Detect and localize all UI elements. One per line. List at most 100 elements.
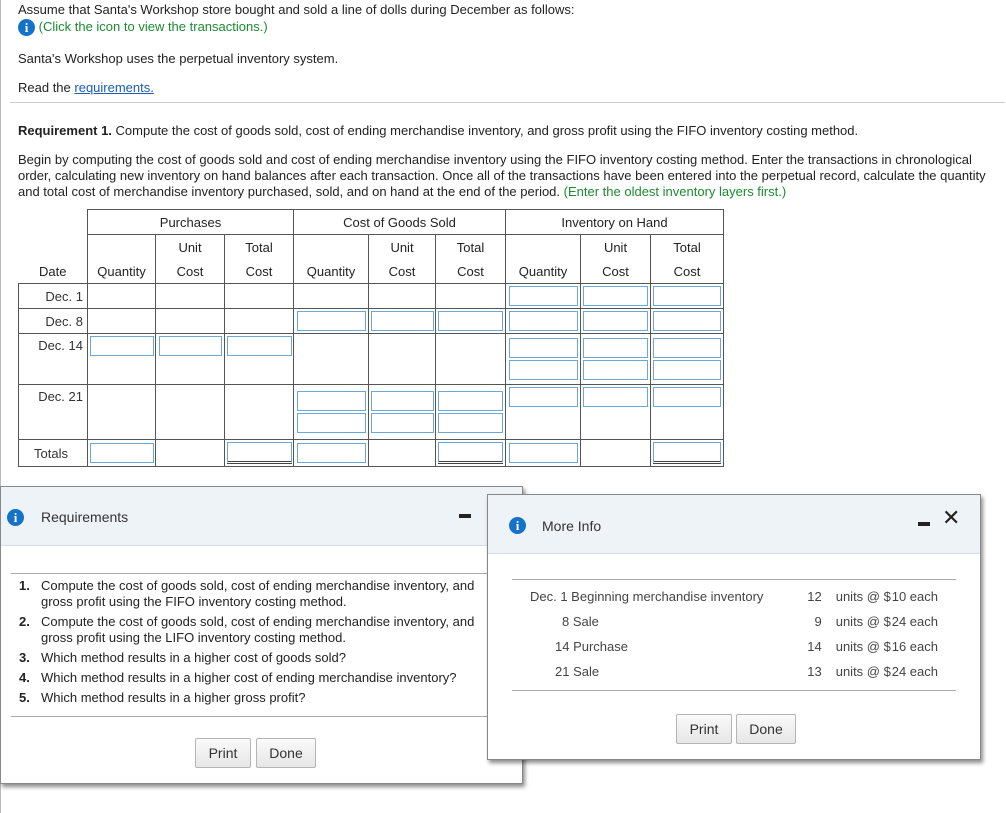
total-purchase-quantity-input[interactable] [89,443,154,463]
cogs-total-cost-input[interactable] [438,311,503,331]
list-item: 3. Which method results in a higher cost … [19,650,346,665]
on-hand-quantity-input[interactable] [508,311,578,331]
list-item: 1. Compute the cost of goods sold, cost o… [19,578,475,609]
on-hand-total-cost-input[interactable] [653,311,721,331]
requirements-list-box: 1. Compute the cost of goods sold, cost o… [11,573,512,717]
cogs-unit-cost-input[interactable] [370,311,434,331]
close-icon[interactable]: ✕ [942,507,960,529]
cogs-total-cost-input[interactable] [438,413,503,433]
info-icon: i [7,509,24,526]
date-header: Date [18,259,88,284]
on-hand-quantity-input[interactable] [508,338,578,358]
quantity-header: Quantity [293,259,369,284]
cogs-quantity-input[interactable] [296,413,366,433]
total-on-hand-quantity-input[interactable] [508,443,578,463]
subheader-row-2: Date Quantity Cost Cost Quantity Cost Co… [18,259,724,284]
table-row: 14 Purchase 14 units @ $ 16 each [555,639,938,654]
cost-header: Cost [435,259,506,284]
click-note-row: i (Click the icon to view the transactio… [18,19,268,37]
unit-label: Unit [155,234,225,259]
more-info-dialog-title: More Info [542,518,602,534]
on-hand-unit-cost-input[interactable] [583,286,648,306]
cogs-header: Cost of Goods Sold [293,209,506,235]
info-icon[interactable]: i [18,19,35,37]
cost-header: Cost [155,259,225,284]
requirements-link[interactable]: requirements. [74,80,153,95]
unit-label: Unit [368,234,436,259]
on-hand-total-cost-input[interactable] [653,338,721,358]
perpetual-inventory-table: Purchases Cost of Goods Sold Inventory o… [18,209,724,467]
purchases-header: Purchases [87,209,294,235]
totals-label: Totals [18,439,88,467]
row-date: Dec. 8 [18,308,88,334]
subheader-row-1: Unit Total Unit Total Unit Total [18,234,724,259]
purchase-unit-cost-input[interactable] [158,336,222,356]
total-cogs-cost-input[interactable] [438,442,503,464]
info-icon: i [509,517,526,534]
instruction-line-3-text: and total cost of merchandise inventory … [18,184,561,199]
on-hand-unit-cost-input[interactable] [583,338,648,358]
row-date: Dec. 1 [18,283,88,309]
cost-header: Cost [224,259,294,284]
on-hand-unit-cost-input[interactable] [583,360,648,380]
intro-line: Assume that Santa's Workshop store bough… [18,2,575,17]
print-button[interactable]: Print [195,738,251,768]
cogs-unit-cost-input[interactable] [370,391,434,411]
total-label: Total [435,234,506,259]
instruction-line-2: order, calculating new inventory on hand… [18,168,986,183]
group-header-row: Purchases Cost of Goods Sold Inventory o… [18,209,724,235]
on-hand-quantity-input[interactable] [508,360,578,380]
totals-row: Totals [18,439,724,467]
cost-header: Cost [368,259,436,284]
on-hand-quantity-input[interactable] [508,387,578,407]
instruction-line-1: Begin by computing the cost of goods sol… [18,152,972,167]
quantity-header: Quantity [87,259,156,284]
quantity-header: Quantity [505,259,581,284]
on-hand-total-cost-input[interactable] [653,360,721,380]
table-row: 8 Sale 9 units @ $ 24 each [562,614,938,629]
done-button[interactable]: Done [256,738,316,768]
minimize-icon[interactable] [459,514,471,518]
on-hand-total-cost-input[interactable] [653,286,721,306]
instruction-hint: (Enter the oldest inventory layers first… [563,184,787,199]
table-row: 21 Sale 13 units @ $ 24 each [555,664,938,679]
table-row: Dec. 8 [18,308,724,334]
done-button[interactable]: Done [736,714,796,744]
on-hand-total-cost-input[interactable] [653,387,721,407]
unit-label: Unit [580,234,651,259]
total-purchase-cost-input[interactable] [226,442,292,464]
total-label: Total [224,234,294,259]
row-date: Dec. 21 [18,384,88,440]
on-hand-quantity-input[interactable] [508,286,578,306]
table-row: Dec. 1 Beginning merchandise inventory 1… [530,589,938,604]
instruction-line-3: and total cost of merchandise inventory … [18,184,786,199]
read-prefix: Read the [18,80,71,95]
table-row: Dec. 1 [18,283,724,309]
requirement-label: Requirement 1. [18,123,112,138]
transactions-table: Dec. 1 Beginning merchandise inventory 1… [512,584,956,684]
divider [10,102,1005,103]
requirements-dialog-title: Requirements [41,509,129,525]
cogs-quantity-input[interactable] [296,391,366,411]
minimize-icon[interactable] [918,522,930,526]
cogs-quantity-input[interactable] [296,311,366,331]
cogs-total-cost-input[interactable] [438,391,503,411]
total-on-hand-cost-input[interactable] [653,442,721,464]
row-date: Dec. 14 [18,333,88,385]
list-item: 2. Compute the cost of goods sold, cost o… [19,614,475,645]
list-item: 5. Which method results in a higher gross… [19,690,306,705]
list-item: 4. Which method results in a higher cost … [19,670,457,685]
requirements-dialog: i Requirements 1. Compute the cost of goo… [0,486,523,784]
purchase-total-cost-input[interactable] [226,336,292,356]
table-row: Dec. 14 [18,333,724,385]
total-label: Total [650,234,724,259]
table-row: Dec. 21 [18,384,724,440]
requirement-text: Compute the cost of goods sold, cost of … [111,123,859,138]
print-button[interactable]: Print [676,714,732,744]
total-cogs-quantity-input[interactable] [296,443,366,463]
purchase-quantity-input[interactable] [89,336,154,356]
transactions-box: Dec. 1 Beginning merchandise inventory 1… [512,579,956,691]
on-hand-unit-cost-input[interactable] [583,387,648,407]
on-hand-unit-cost-input[interactable] [583,311,648,331]
cogs-unit-cost-input[interactable] [370,413,434,433]
